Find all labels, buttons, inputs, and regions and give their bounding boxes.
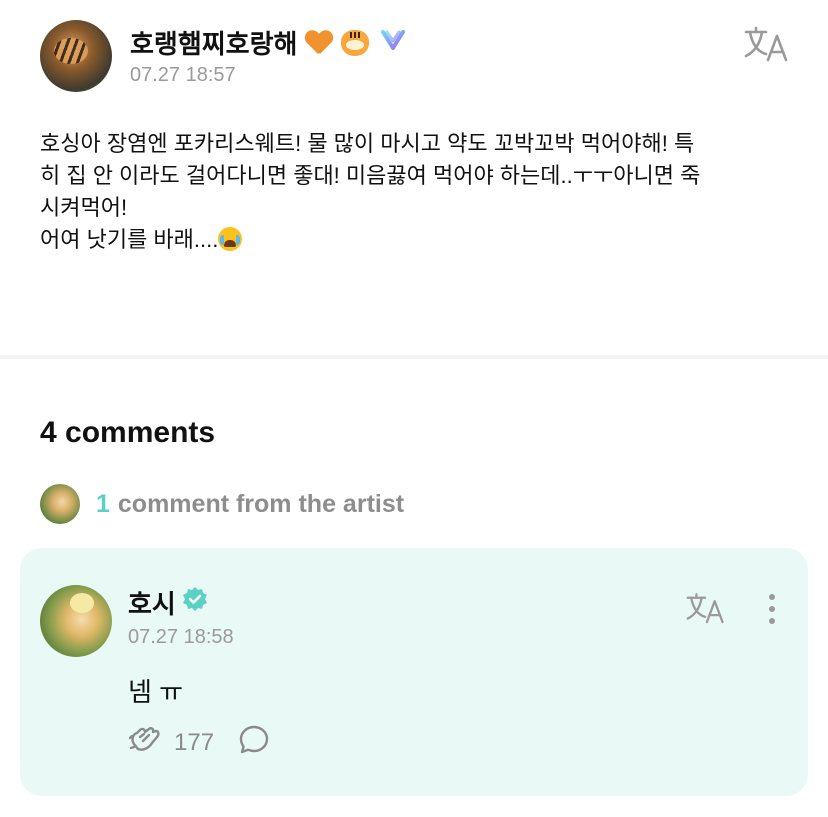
section-divider bbox=[0, 355, 828, 359]
comment-text: 넴 ㅠ bbox=[128, 677, 184, 707]
reply-bubble-icon[interactable] bbox=[238, 724, 270, 761]
verified-badge-icon bbox=[182, 586, 208, 619]
post-body: 호싱아 장염엔 포카리스웨트! 물 많이 마시고 약도 꼬박꼬박 먹어야해! 특… bbox=[40, 128, 790, 256]
loudly-crying-face-icon bbox=[218, 227, 243, 251]
artist-comment-card: 호시 07.27 18:58 넴 ㅠ 177 bbox=[20, 548, 808, 796]
artist-comment-label: comment from the artist bbox=[117, 489, 405, 518]
weverse-bubble-icon bbox=[379, 26, 407, 59]
post-header: 호랭햄찌호랑해 07.27 18:57 bbox=[40, 20, 800, 100]
translate-icon[interactable] bbox=[744, 26, 790, 69]
comment-actions: 177 bbox=[128, 724, 270, 761]
commenter-avatar[interactable] bbox=[40, 585, 112, 657]
author-name[interactable]: 호랭햄찌호랑해 bbox=[130, 24, 297, 61]
artist-comment-filter[interactable]: 1 comment from the artist bbox=[40, 484, 404, 524]
cheer-hands-icon[interactable] bbox=[128, 724, 162, 761]
orange-heart-icon bbox=[305, 31, 331, 55]
post-timestamp: 07.27 18:57 bbox=[130, 64, 236, 86]
author-name-row[interactable]: 호랭햄찌호랑해 bbox=[130, 24, 407, 61]
post-body-text: 호싱아 장염엔 포카리스웨트! 물 많이 마시고 약도 꼬박꼬박 먹어야해! 특… bbox=[40, 131, 701, 252]
commenter-name[interactable]: 호시 bbox=[128, 584, 176, 621]
commenter-name-row[interactable]: 호시 bbox=[128, 584, 208, 621]
comments-count-title: 4 comments bbox=[40, 416, 216, 449]
artist-avatar bbox=[40, 484, 80, 524]
comment-timestamp: 07.27 18:58 bbox=[128, 626, 234, 648]
like-count: 177 bbox=[174, 728, 215, 756]
author-avatar[interactable] bbox=[40, 20, 112, 92]
more-vertical-icon[interactable] bbox=[765, 592, 779, 631]
tiger-face-icon bbox=[341, 29, 370, 56]
artist-comment-count: 1 bbox=[96, 489, 110, 518]
comment-translate-icon[interactable] bbox=[686, 592, 726, 631]
